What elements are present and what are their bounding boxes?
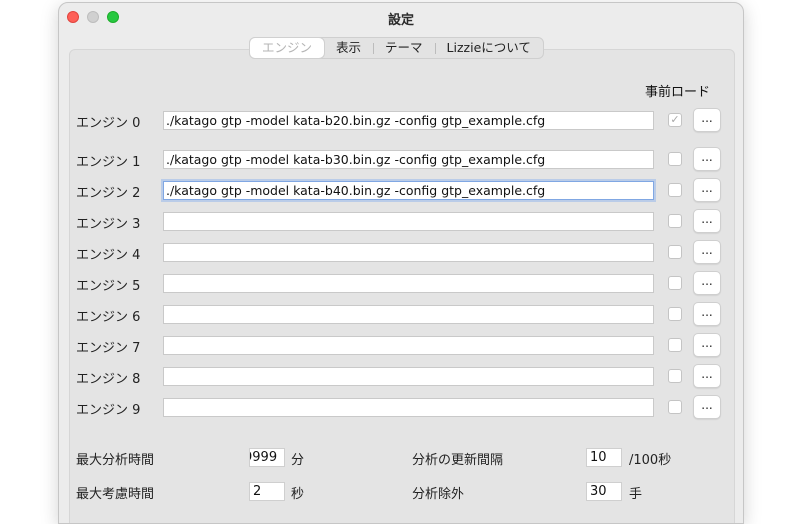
title-bar[interactable]: 設定	[59, 3, 743, 31]
engine-browse-button-2[interactable]: ...	[693, 178, 721, 202]
engine-row-4: エンジン 4...	[59, 240, 743, 264]
analysis-exclude-unit: 手	[629, 487, 643, 502]
max-think-time-unit: 秒	[291, 487, 305, 502]
preferences-window: 設定 エンジン 表示 テーマ Lizzieについて 事前ロード エンジン 0 ./…	[58, 2, 744, 524]
engine-row-7: エンジン 7...	[59, 333, 743, 357]
max-analysis-time-unit: 分	[291, 453, 305, 468]
preload-checkbox-1[interactable]	[668, 152, 682, 166]
analysis-exclude-label: 分析除外	[412, 487, 465, 502]
engine-label-8: エンジン 8	[76, 372, 141, 387]
tab-about-lizzie[interactable]: Lizzieについて	[434, 38, 543, 58]
engine-row-8: エンジン 8...	[59, 364, 743, 388]
preload-checkbox-3[interactable]	[668, 214, 682, 228]
engine-command-input-2[interactable]: ./katago gtp -model kata-b40.bin.gz -con…	[163, 181, 654, 200]
max-think-time-label: 最大考慮時間	[76, 487, 155, 502]
engine-label-4: エンジン 4	[76, 248, 141, 263]
engine-command-input-9[interactable]	[163, 398, 654, 417]
update-interval-label: 分析の更新間隔	[412, 453, 504, 468]
engine-row-3: エンジン 3...	[59, 209, 743, 233]
engine-browse-button-3[interactable]: ...	[693, 209, 721, 233]
engine-row-9: エンジン 9...	[59, 395, 743, 419]
engine-browse-button-4[interactable]: ...	[693, 240, 721, 264]
engine-row-2: エンジン 2 ./katago gtp -model kata-b40.bin.g…	[59, 178, 743, 202]
tab-display[interactable]: 表示	[324, 38, 373, 58]
engine-command-input-7[interactable]	[163, 336, 654, 355]
engine-browse-button-5[interactable]: ...	[693, 271, 721, 295]
update-interval-unit: /100秒	[629, 453, 672, 468]
engine-command-input-6[interactable]	[163, 305, 654, 324]
engine-command-input-1[interactable]: ./katago gtp -model kata-b30.bin.gz -con…	[163, 150, 654, 169]
engine-label-9: エンジン 9	[76, 403, 141, 418]
engine-row-1: エンジン 1 ./katago gtp -model kata-b30.bin.g…	[59, 147, 743, 171]
max-analysis-time-label: 最大分析時間	[76, 453, 155, 468]
analysis-exclude-field[interactable]: 30	[586, 482, 622, 501]
preload-checkbox-9[interactable]	[668, 400, 682, 414]
window-title: 設定	[387, 13, 414, 28]
update-interval-field[interactable]: 10	[586, 448, 622, 467]
engine-browse-button-0[interactable]: ...	[693, 108, 721, 132]
preload-checkbox-5[interactable]	[668, 276, 682, 290]
engine-row-0: エンジン 0 ./katago gtp -model kata-b20.bin.g…	[59, 108, 743, 132]
engine-label-7: エンジン 7	[76, 341, 141, 356]
tab-engine[interactable]: エンジン	[250, 38, 325, 58]
max-analysis-time-field[interactable]: 9999	[249, 448, 285, 467]
engine-row-6: エンジン 6...	[59, 302, 743, 326]
engine-browse-button-9[interactable]: ...	[693, 395, 721, 419]
engine-browse-button-1[interactable]: ...	[693, 147, 721, 171]
engine-label-1: エンジン 1	[76, 155, 141, 170]
engine-command-input-8[interactable]	[163, 367, 654, 386]
engine-browse-button-7[interactable]: ...	[693, 333, 721, 357]
engine-label-0: エンジン 0	[76, 116, 141, 131]
engine-row-5: エンジン 5...	[59, 271, 743, 295]
engine-command-input-3[interactable]	[163, 212, 654, 231]
engine-command-input-0[interactable]: ./katago gtp -model kata-b20.bin.gz -con…	[163, 111, 654, 130]
preload-checkbox-6[interactable]	[668, 307, 682, 321]
preload-checkbox-4[interactable]	[668, 245, 682, 259]
tab-bar: エンジン 表示 テーマ Lizzieについて	[249, 37, 544, 59]
preload-checkbox-0[interactable]: ✓	[668, 113, 682, 127]
engine-label-5: エンジン 5	[76, 279, 141, 294]
tab-theme[interactable]: テーマ	[373, 38, 435, 58]
preload-checkbox-2[interactable]	[668, 183, 682, 197]
engine-label-3: エンジン 3	[76, 217, 141, 232]
engine-command-input-5[interactable]	[163, 274, 654, 293]
engine-command-input-4[interactable]	[163, 243, 654, 262]
preload-checkbox-8[interactable]	[668, 369, 682, 383]
preload-checkbox-7[interactable]	[668, 338, 682, 352]
engine-browse-button-6[interactable]: ...	[693, 302, 721, 326]
max-think-time-field[interactable]: 2	[249, 482, 285, 501]
engine-browse-button-8[interactable]: ...	[693, 364, 721, 388]
engine-label-6: エンジン 6	[76, 310, 141, 325]
engine-label-2: エンジン 2	[76, 186, 141, 201]
preload-column-header: 事前ロード	[645, 85, 711, 100]
